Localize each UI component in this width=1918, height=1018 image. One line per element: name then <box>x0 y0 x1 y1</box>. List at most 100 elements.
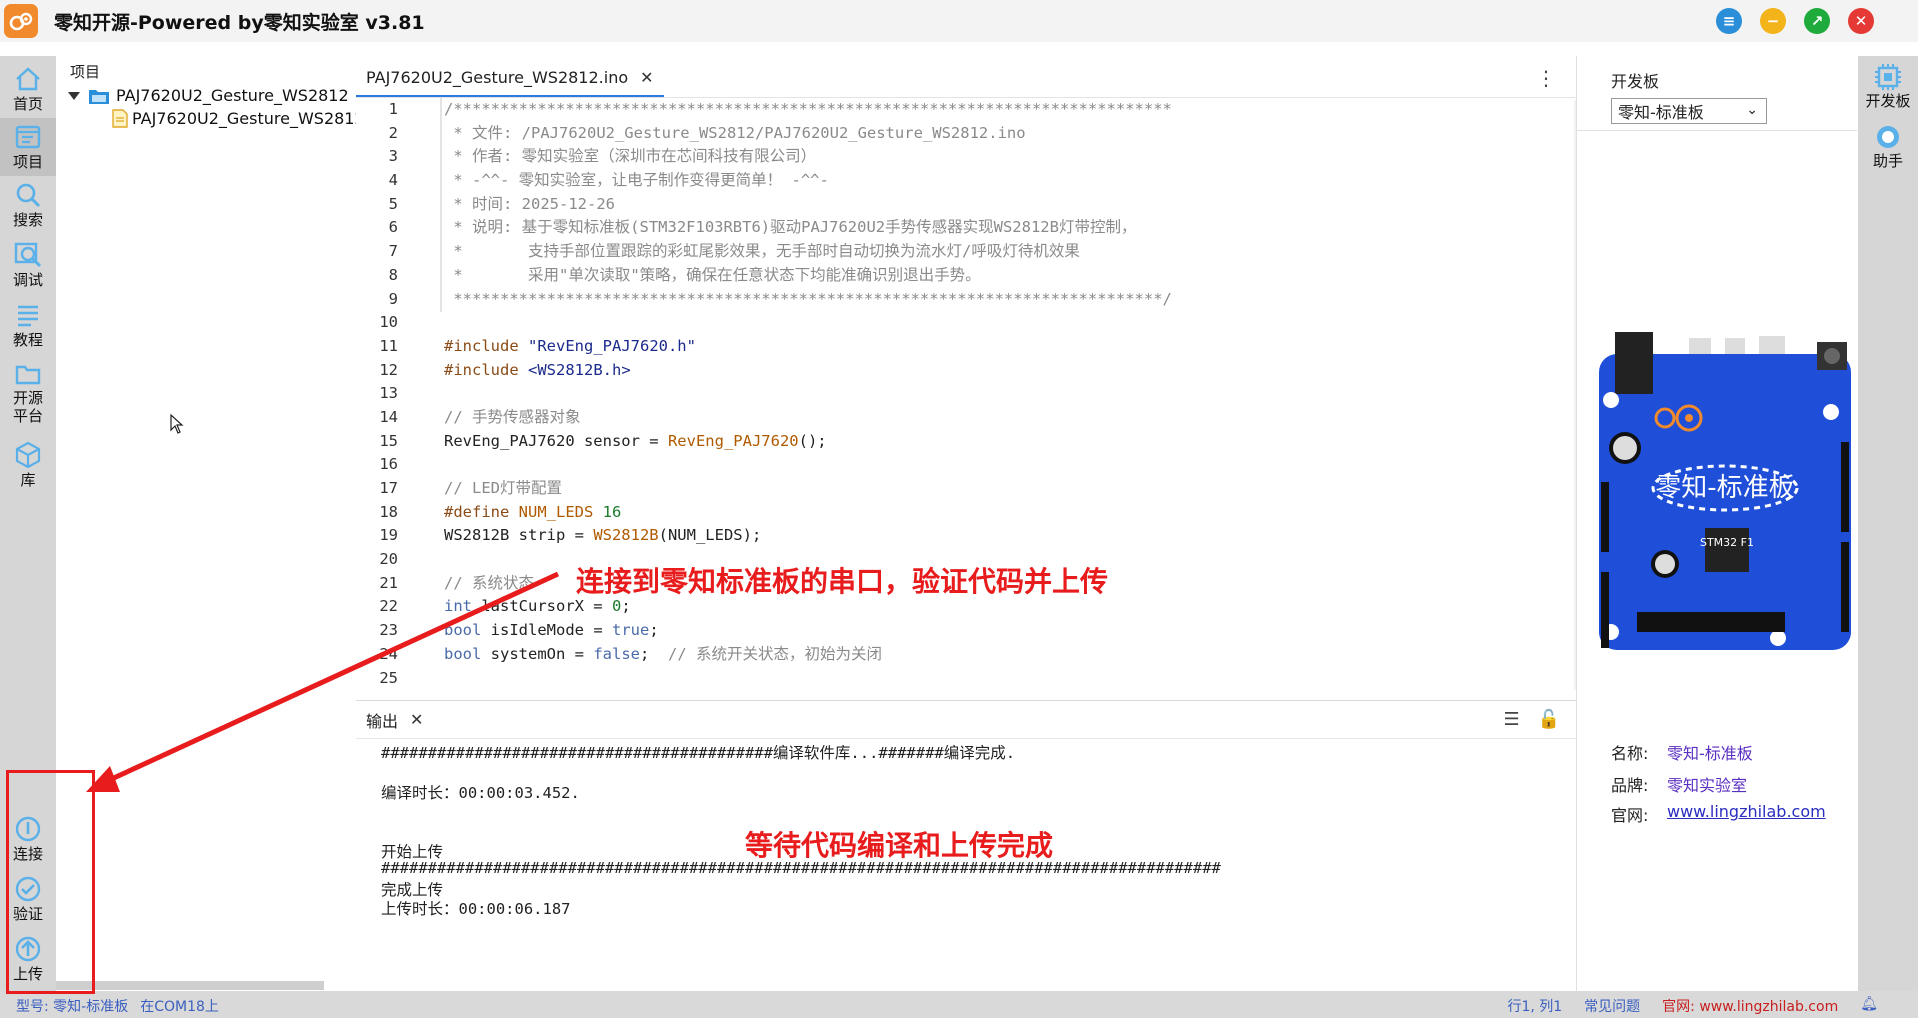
line-number: 11 <box>379 336 398 355</box>
app-window: 零知开源-Powered by零知实验室 v3.81 ≡ − ↗ ✕ 首页 项目… <box>0 0 1918 1018</box>
code-token: bool <box>444 644 491 663</box>
output-tab-close-icon[interactable]: ✕ <box>410 710 423 729</box>
board-image-label: 零知-标准板 <box>1655 473 1794 503</box>
code-text: #include "RevEng_PAJ7620.h" <box>410 335 696 359</box>
bell-icon[interactable]: 🔔︎ <box>1860 996 1878 1016</box>
output-tab[interactable]: 输出 ✕ <box>356 708 423 732</box>
code-line[interactable]: 6 * 说明: 基于零知标准板(STM32F103RBT6)驱动PAJ7620U… <box>356 216 1576 240</box>
code-token: true <box>612 621 650 640</box>
code-line[interactable]: 23 bool isIdleMode = true; <box>356 619 1576 643</box>
board-panel: 开发板 零知-标准板 ⌄ 零知-标准板 STM32 F1 名称: 零知-标准板 … <box>1576 56 1857 991</box>
code-line[interactable]: 4 * -^^- 零知实验室，让电子制作变得更简单！ -^^- <box>356 169 1576 193</box>
code-line[interactable]: 2 * 文件: /PAJ7620U2_Gesture_WS2812/PAJ762… <box>356 122 1576 146</box>
code-line[interactable]: 1 /**************************************… <box>356 98 1576 122</box>
tree-folder-item[interactable]: PAJ7620U2_Gesture_WS2812 <box>68 86 349 105</box>
board-info-website: 官网: www.lingzhilab.com <box>1611 802 1826 826</box>
status-faq-link[interactable]: 常见问题 <box>1584 996 1640 1016</box>
code-line[interactable]: 7 * 支持手部位置跟踪的彩虹尾影效果，无手部时自动切换为流水灯/呼吸灯待机效果 <box>356 240 1576 264</box>
maximize-button[interactable]: ↗ <box>1804 8 1830 34</box>
output-toolbar: ☰ 🔓 <box>1503 709 1560 730</box>
more-options-icon[interactable]: ⋮ <box>1536 66 1556 90</box>
nav-board[interactable]: 开发板 <box>1858 62 1918 118</box>
nav-library[interactable]: 库 <box>0 440 56 494</box>
library-icon <box>15 441 41 469</box>
line-number: 12 <box>379 360 398 379</box>
board-info-brand: 品牌: 零知实验室 <box>1611 776 1748 795</box>
lock-scroll-icon[interactable]: 🔓 <box>1538 709 1560 730</box>
nav-tutorial[interactable]: 教程 <box>0 300 56 354</box>
code-area[interactable]: 1 /**************************************… <box>356 98 1576 697</box>
code-token: 0 <box>611 597 622 616</box>
code-token: * -^^- 零知实验室，让电子制作变得更简单！ -^^- <box>444 171 829 190</box>
line-number: 21 <box>379 573 398 592</box>
nav-home[interactable]: 首页 <box>0 64 56 118</box>
code-line[interactable]: 3 * 作者: 零知实验室（深圳市在芯间科技有限公司） <box>356 145 1576 169</box>
tree-file-item[interactable]: PAJ7620U2_Gesture_WS2812.ino <box>112 109 394 128</box>
nav-tutorial-label: 教程 <box>12 331 43 349</box>
board-select[interactable]: 零知-标准板 ⌄ <box>1611 98 1767 124</box>
code-line[interactable]: 12 #include <WS2812B.h> <box>356 359 1576 383</box>
line-number: 5 <box>388 194 398 213</box>
status-website-link[interactable]: 官网: www.lingzhilab.com <box>1662 996 1838 1016</box>
tab-close-icon[interactable]: ✕ <box>640 68 653 87</box>
board-image: 零知-标准板 STM32 F1 <box>1599 332 1851 650</box>
code-line[interactable]: 17 // LED灯带配置 <box>356 477 1576 501</box>
nav-platform[interactable]: 开源 平台 <box>0 358 56 434</box>
line-number: 2 <box>388 123 398 142</box>
search-icon <box>16 183 41 208</box>
code-token: 16 <box>602 502 622 521</box>
menu-button[interactable]: ≡ <box>1716 8 1742 34</box>
nav-search[interactable]: 搜索 <box>0 180 56 234</box>
website-link[interactable]: www.lingzhilab.com <box>1667 802 1826 826</box>
debug-icon <box>14 242 42 268</box>
code-token: * 时间: 2025-12-26 <box>444 194 615 213</box>
project-horizontal-scrollbar[interactable] <box>56 981 324 990</box>
code-text: #include <WS2812B.h> <box>410 359 631 383</box>
status-port[interactable]: 在COM18上 <box>140 996 219 1016</box>
code-line[interactable]: 18 #define NUM_LEDS 16 <box>356 501 1576 525</box>
code-token: ; <box>649 621 659 640</box>
code-token: <WS2812B.h> <box>528 360 631 379</box>
board-info-name: 名称: 零知-标准板 <box>1611 744 1753 763</box>
code-line[interactable]: 25 <box>356 667 1576 691</box>
code-line[interactable]: 16 <box>356 453 1576 477</box>
line-number: 14 <box>379 407 398 426</box>
nav-home-label: 首页 <box>12 95 43 113</box>
code-line[interactable]: 8 * 采用"单次读取"策略，确保在任意状态下均能准确识别退出手势。 <box>356 264 1576 288</box>
code-text: * -^^- 零知实验室，让电子制作变得更简单！ -^^- <box>410 169 829 193</box>
close-button[interactable]: ✕ <box>1848 8 1874 34</box>
code-token: bool <box>444 621 491 640</box>
expand-arrow-icon[interactable] <box>68 91 80 100</box>
minimize-button[interactable]: − <box>1760 8 1786 34</box>
code-token: * 支持手部位置跟踪的彩虹尾影效果，无手部时自动切换为流水灯/呼吸灯待机效果 <box>444 242 1080 261</box>
code-line[interactable]: 13 <box>356 382 1576 406</box>
line-number: 15 <box>379 431 398 450</box>
board-panel-divider <box>1577 130 1857 131</box>
code-line[interactable]: 24 bool systemOn = false; // 系统开关状态，初始为关闭 <box>356 643 1576 667</box>
code-line[interactable]: 14 // 手势传感器对象 <box>356 406 1576 430</box>
line-number: 1 <box>388 100 398 118</box>
nav-assistant[interactable]: 助手 <box>1858 122 1918 176</box>
mouse-cursor-icon <box>170 414 184 434</box>
code-text: bool isIdleMode = true; <box>410 619 659 643</box>
code-text: RevEng_PAJ7620 sensor = RevEng_PAJ7620()… <box>410 430 827 454</box>
editor-tab-label: PAJ7620U2_Gesture_WS2812.ino <box>366 67 629 87</box>
code-text: /***************************************… <box>410 98 1172 122</box>
code-token: (NUM_LEDS); <box>658 526 762 545</box>
code-line[interactable]: 15 RevEng_PAJ7620 sensor = RevEng_PAJ7620… <box>356 430 1576 454</box>
editor-tab[interactable]: PAJ7620U2_Gesture_WS2812.ino ✕ <box>356 59 664 97</box>
code-text: * 采用"单次读取"策略，确保在任意状态下均能准确识别退出手势。 <box>410 264 980 288</box>
status-board-model: 型号: 零知-标准板 <box>16 999 129 1015</box>
annotation-wait-note: 等待代码编译和上传完成 <box>745 829 1054 862</box>
code-line[interactable]: 9 **************************************… <box>356 288 1576 312</box>
nav-debug[interactable]: 调试 <box>0 240 56 294</box>
code-line[interactable]: 11 #include "RevEng_PAJ7620.h" <box>356 335 1576 359</box>
code-line[interactable]: 19 WS2812B strip = WS2812B(NUM_LEDS); <box>356 524 1576 548</box>
line-number: 7 <box>388 242 398 261</box>
code-line[interactable]: 5 * 时间: 2025-12-26 <box>356 193 1576 217</box>
nav-project[interactable]: 项目 <box>0 118 56 176</box>
nav-library-label: 库 <box>20 471 36 489</box>
code-line[interactable]: 10 <box>356 311 1576 335</box>
clear-output-icon[interactable]: ☰ <box>1503 709 1519 730</box>
